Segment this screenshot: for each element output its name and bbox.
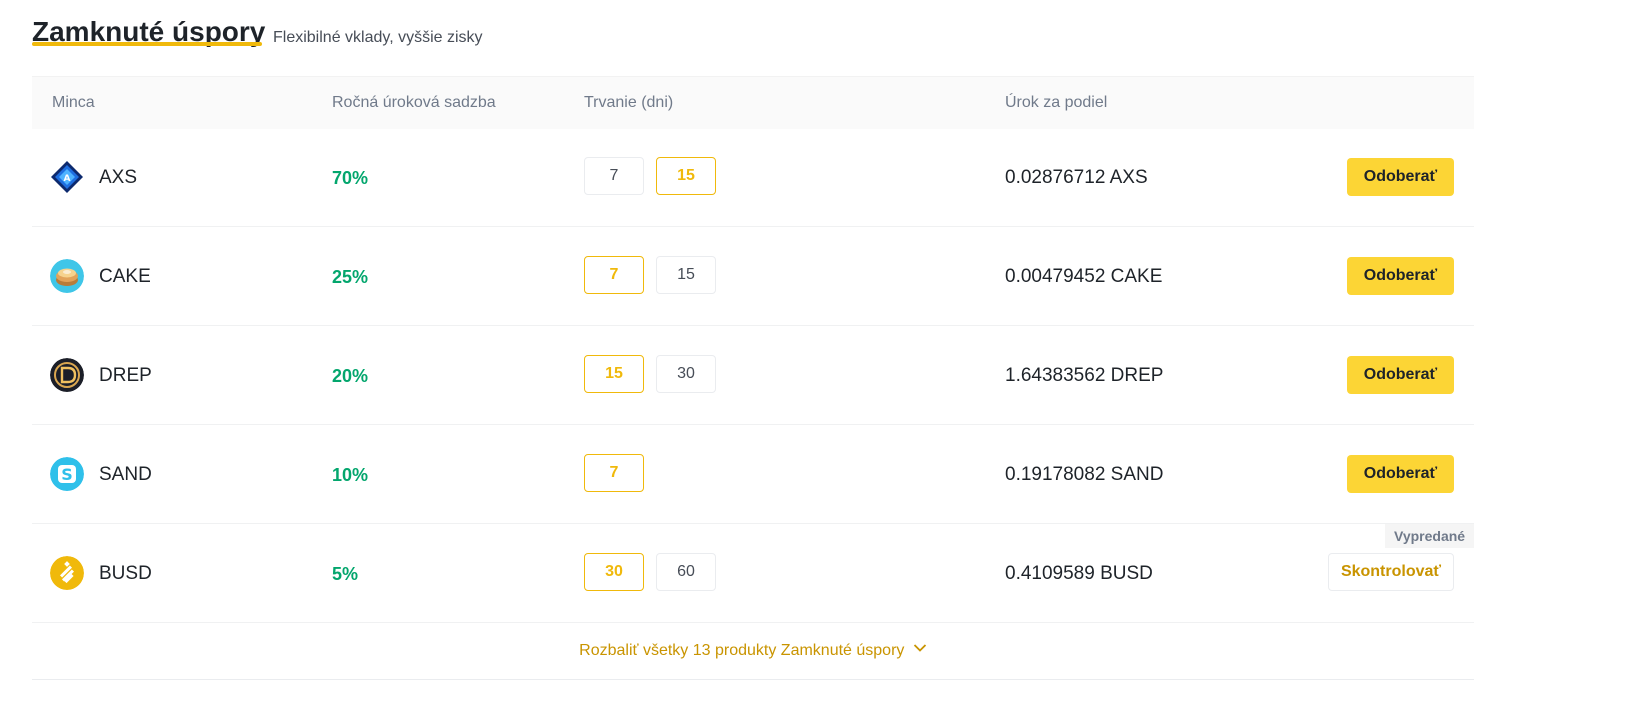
coin-name: AXS xyxy=(99,167,138,188)
duration-option-selected[interactable]: 15 xyxy=(584,355,644,393)
expand-all-row: Rozbaliť všetky 13 produkty Zamknuté úsp… xyxy=(32,623,1474,680)
column-header-coin: Minca xyxy=(52,94,95,111)
coin-name: SAND xyxy=(99,464,152,485)
duration-option[interactable]: 7 xyxy=(584,157,644,195)
column-header-duration: Trvanie (dni) xyxy=(584,94,674,111)
table-row: S SAND 10% 7 0.19178082 SAND Odoberať xyxy=(32,425,1474,524)
page-subtitle: Flexibilné vklady, vyššie zisky xyxy=(273,29,483,46)
interest-per-unit: 0.02876712 AXS xyxy=(1005,167,1148,188)
check-button[interactable]: Skontrolovať xyxy=(1328,553,1454,591)
sold-out-badge: Vypredané xyxy=(1385,524,1475,548)
annual-rate: 70% xyxy=(332,168,369,188)
sand-coin-icon: S xyxy=(50,457,84,491)
duration-option-selected[interactable]: 30 xyxy=(584,553,644,591)
expand-all-link[interactable]: Rozbaliť všetky 13 produkty Zamknuté úsp… xyxy=(579,623,927,679)
product-list: A AXS 70% 7 15 0.02876712 AXS Odoberať C… xyxy=(32,128,1475,623)
locked-savings-section: Zamknuté úspory Flexibilné vklady, vyšši… xyxy=(32,0,1475,680)
subscribe-button[interactable]: Odoberať xyxy=(1347,356,1454,394)
column-header-rate: Ročná úroková sadzba xyxy=(332,94,496,111)
subscribe-button[interactable]: Odoberať xyxy=(1347,257,1454,295)
chevron-down-icon xyxy=(913,621,927,677)
svg-text:S: S xyxy=(61,465,73,484)
interest-per-unit: 0.19178082 SAND xyxy=(1005,464,1164,485)
coin-name: CAKE xyxy=(99,266,151,287)
duration-option[interactable]: 60 xyxy=(656,553,716,591)
annual-rate: 5% xyxy=(332,564,359,584)
annual-rate: 25% xyxy=(332,267,369,287)
busd-coin-icon xyxy=(50,556,84,590)
interest-per-unit: 0.00479452 CAKE xyxy=(1005,266,1163,287)
duration-option-selected[interactable]: 7 xyxy=(584,256,644,294)
drep-coin-icon xyxy=(50,358,84,392)
coin-name: DREP xyxy=(99,365,152,386)
duration-option-selected[interactable]: 7 xyxy=(584,454,644,492)
section-header: Zamknuté úspory Flexibilné vklady, vyšši… xyxy=(32,0,1474,76)
interest-per-unit: 1.64383562 DREP xyxy=(1005,365,1164,386)
annual-rate: 20% xyxy=(332,366,369,386)
table-header: Minca Ročná úroková sadzba Trvanie (dni)… xyxy=(32,76,1474,129)
column-header-interest: Úrok za podiel xyxy=(1005,94,1108,111)
title-underline xyxy=(32,42,262,46)
table-row: Vypredané BUSD 5% 30 60 0.4109589 BUSD S… xyxy=(32,524,1475,623)
table-row: A AXS 70% 7 15 0.02876712 AXS Odoberať xyxy=(32,128,1474,227)
expand-all-label: Rozbaliť všetky 13 produkty Zamknuté úsp… xyxy=(579,642,905,659)
table-row: DREP 20% 15 30 1.64383562 DREP Odoberať xyxy=(32,326,1474,425)
svg-text:A: A xyxy=(64,174,71,184)
duration-option[interactable]: 30 xyxy=(656,355,716,393)
interest-per-unit: 0.4109589 BUSD xyxy=(1005,563,1153,584)
subscribe-button[interactable]: Odoberať xyxy=(1347,455,1454,493)
subscribe-button[interactable]: Odoberať xyxy=(1347,158,1454,196)
table-row: CAKE 25% 7 15 0.00479452 CAKE Odoberať xyxy=(32,227,1474,326)
duration-option[interactable]: 15 xyxy=(656,256,716,294)
coin-name: BUSD xyxy=(99,563,152,584)
cake-coin-icon xyxy=(50,259,84,293)
annual-rate: 10% xyxy=(332,465,369,485)
axs-coin-icon: A xyxy=(50,160,84,194)
duration-option-selected[interactable]: 15 xyxy=(656,157,716,195)
